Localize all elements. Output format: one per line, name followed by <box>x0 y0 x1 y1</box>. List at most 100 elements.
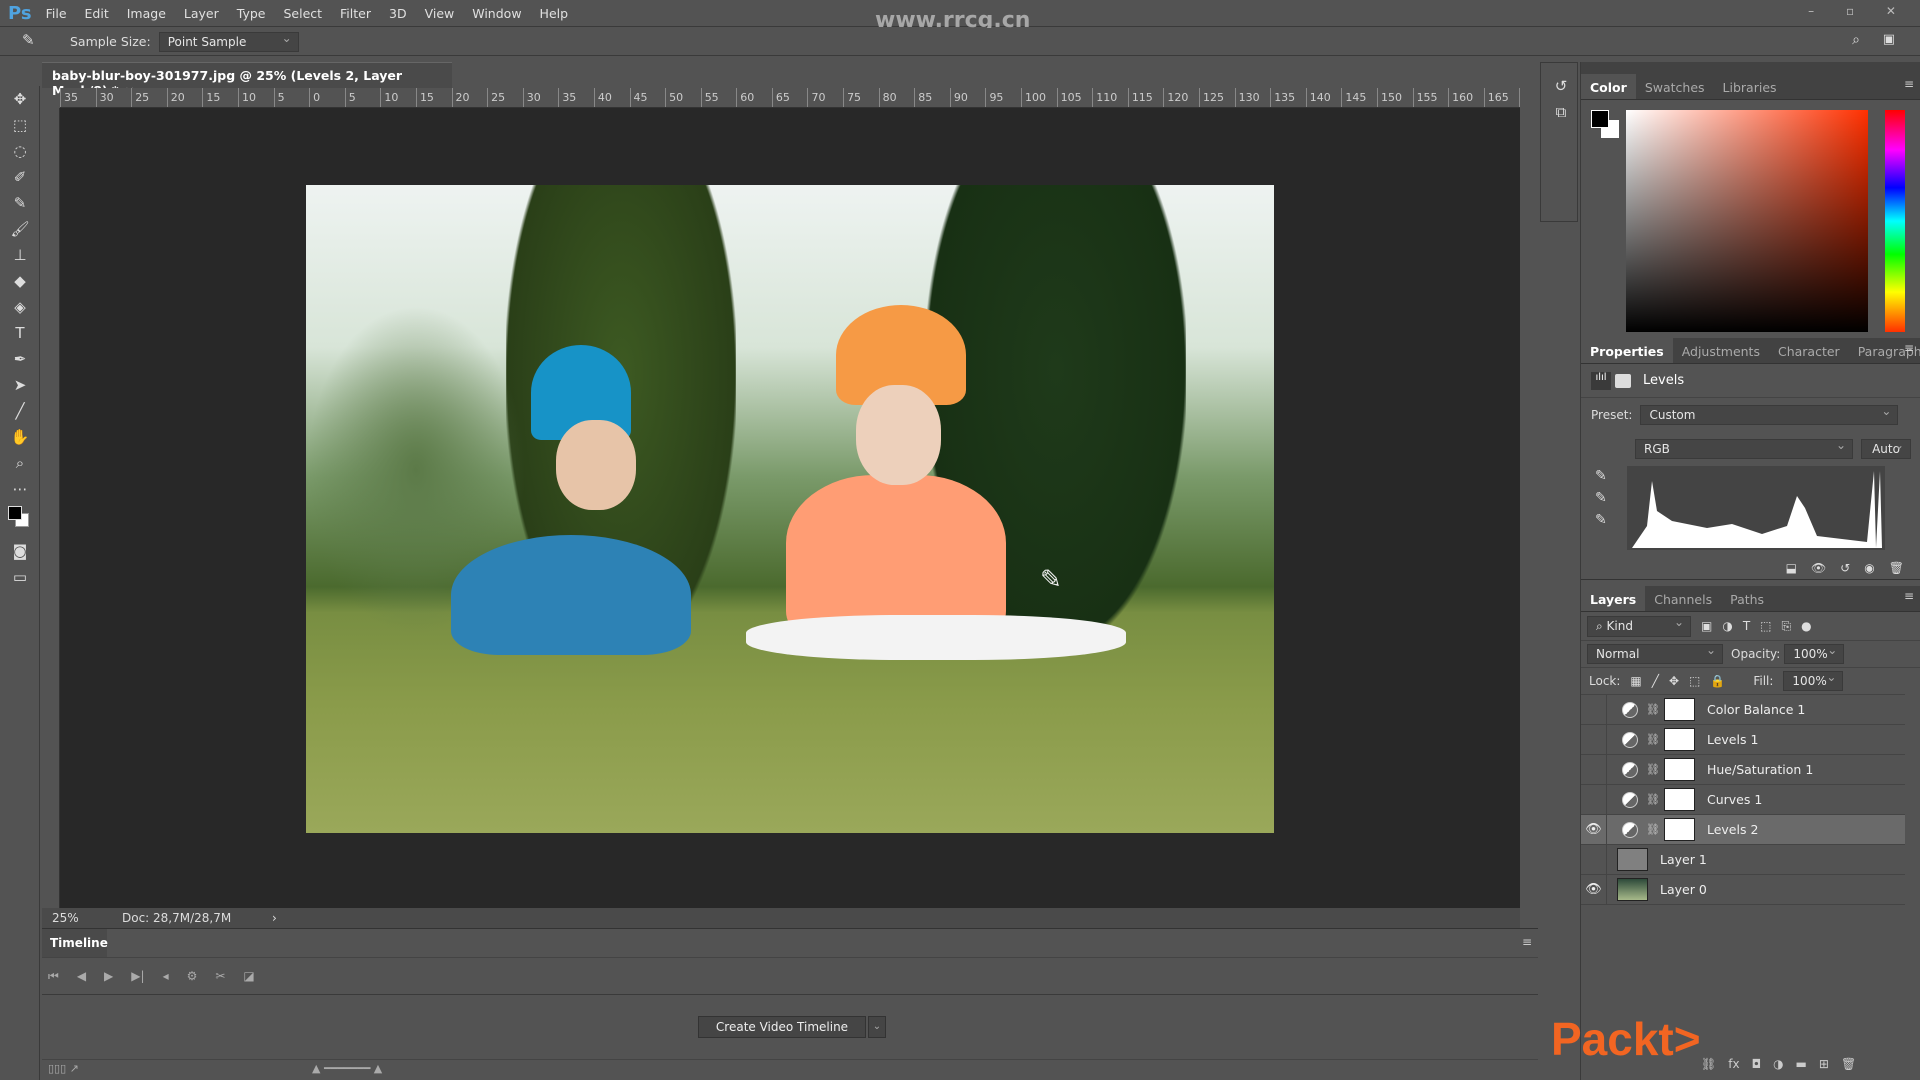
layer-row[interactable]: ⛓ Curves 1 <box>1581 784 1905 815</box>
status-menu-arrow[interactable]: › <box>272 911 277 925</box>
stamp-tool-icon[interactable]: ⊥ <box>0 242 40 268</box>
delete-layer-icon[interactable]: 🗑 <box>1841 1057 1856 1071</box>
opacity-input[interactable]: 100% <box>1784 643 1845 664</box>
layer-row[interactable]: ⛓ Levels 1 <box>1581 724 1905 755</box>
link-icon[interactable]: ⛓ <box>1646 733 1660 746</box>
zoom-tool-icon[interactable]: ⌕ <box>0 450 40 476</box>
filter-toggle-icon[interactable]: ● <box>1801 619 1811 633</box>
settings-icon[interactable]: ⚙ <box>187 969 198 983</box>
layer-mask-thumbnail[interactable] <box>1663 788 1695 811</box>
panel-menu-icon[interactable]: ≡ <box>1904 341 1914 355</box>
view-previous-icon[interactable]: 👁 <box>1811 561 1826 575</box>
path-select-tool-icon[interactable]: ➤ <box>0 372 40 398</box>
screen-mode-icon[interactable]: ▭ <box>0 564 40 590</box>
fx-icon[interactable]: fx <box>1728 1057 1739 1071</box>
layer-mask-thumbnail[interactable] <box>1663 728 1695 751</box>
gray-point-eyedropper-icon[interactable]: ✎ <box>1595 490 1607 506</box>
eyedropper-tool-icon[interactable]: ✎ <box>0 190 40 216</box>
foreground-color-swatch[interactable] <box>8 506 22 520</box>
filter-kind-select[interactable]: ⌕ Kind <box>1587 615 1691 637</box>
quick-mask-icon[interactable]: ◙ <box>0 538 40 564</box>
auto-button[interactable]: Auto <box>1861 438 1911 459</box>
lasso-tool-icon[interactable]: ◌ <box>0 138 40 164</box>
line-tool-icon[interactable]: ╱ <box>0 398 40 424</box>
prev-frame-icon[interactable]: ◀ <box>77 969 86 983</box>
layer-row[interactable]: 👁 Layer 0 <box>1581 874 1905 905</box>
visibility-toggle[interactable] <box>1581 694 1607 725</box>
menu-layer[interactable]: Layer <box>184 6 219 21</box>
create-video-timeline-button[interactable]: Create Video Timeline <box>698 1016 866 1038</box>
eraser-tool-icon[interactable]: ◆ <box>0 268 40 294</box>
tab-adjustments[interactable]: Adjustments <box>1673 338 1769 363</box>
transition-icon[interactable]: ◪ <box>243 969 254 983</box>
menu-file[interactable]: File <box>46 6 67 21</box>
layer-row[interactable]: ⛓ Color Balance 1 <box>1581 694 1905 725</box>
sample-size-select[interactable]: Point Sample <box>158 31 299 52</box>
pen-tool-icon[interactable]: ✒ <box>0 346 40 372</box>
paint-bucket-tool-icon[interactable]: ◈ <box>0 294 40 320</box>
new-adjustment-icon[interactable]: ◑ <box>1773 1057 1783 1071</box>
link-icon[interactable]: ⛓ <box>1646 703 1660 716</box>
menu-view[interactable]: View <box>425 6 455 21</box>
panel-menu-icon[interactable]: ≡ <box>1522 935 1532 949</box>
panel-menu-icon[interactable]: ≡ <box>1904 589 1914 603</box>
color-picker-field[interactable] <box>1626 110 1868 332</box>
toggle-visibility-icon[interactable]: ◉ <box>1864 561 1874 575</box>
filter-shape-icon[interactable]: ⬚ <box>1760 619 1771 633</box>
menu-3d[interactable]: 3D <box>389 6 407 21</box>
eye-icon[interactable]: 👁 <box>1581 814 1607 845</box>
lock-pixels-icon[interactable]: ╱ <box>1652 674 1659 688</box>
visibility-toggle[interactable] <box>1581 784 1607 815</box>
mask-icon[interactable] <box>1615 373 1631 388</box>
marquee-tool-icon[interactable]: ⬚ <box>0 112 40 138</box>
foreground-color[interactable] <box>1591 110 1609 128</box>
layer-mask-thumbnail[interactable] <box>1663 758 1695 781</box>
zoom-level[interactable]: 25% <box>52 911 112 925</box>
lock-transparent-icon[interactable]: ▦ <box>1630 674 1641 688</box>
preset-select[interactable]: Custom <box>1640 404 1899 425</box>
clip-to-layer-icon[interactable]: ⬓ <box>1786 561 1797 575</box>
channel-select[interactable]: RGB <box>1635 438 1853 459</box>
layer-mask-thumbnail[interactable] <box>1663 818 1695 841</box>
eyedropper-tool-icon[interactable]: ✎ <box>22 31 35 49</box>
timeline-tab[interactable]: Timeline <box>42 929 108 957</box>
filter-smart-object-icon[interactable]: ⎘ <box>1782 619 1792 634</box>
layer-row[interactable]: Layer 1 <box>1581 844 1905 875</box>
tab-color[interactable]: Color <box>1581 74 1636 99</box>
play-icon[interactable]: ▶ <box>104 969 113 983</box>
menu-type[interactable]: Type <box>237 6 266 21</box>
layer-row[interactable]: 👁 ⛓ Levels 2 <box>1581 814 1905 845</box>
hand-tool-icon[interactable]: ✋ <box>0 424 40 450</box>
white-point-eyedropper-icon[interactable]: ✎ <box>1595 512 1607 528</box>
lock-all-icon[interactable]: 🔒 <box>1710 674 1725 688</box>
link-layers-icon[interactable]: ⛓ <box>1701 1057 1716 1071</box>
tab-libraries[interactable]: Libraries <box>1714 74 1786 99</box>
visibility-toggle[interactable] <box>1581 844 1607 875</box>
menu-window[interactable]: Window <box>472 6 521 21</box>
tab-character[interactable]: Character <box>1769 338 1849 363</box>
workspace-icon[interactable]: ▣ <box>1883 32 1895 47</box>
frames-icon[interactable]: ▯▯▯ <box>48 1062 66 1075</box>
timeline-dropdown[interactable]: ⌄ <box>868 1016 886 1038</box>
black-point-eyedropper-icon[interactable]: ✎ <box>1595 468 1607 484</box>
menu-edit[interactable]: Edit <box>85 6 109 21</box>
document-tab[interactable]: baby-blur-boy-301977.jpg @ 25% (Levels 2… <box>42 62 452 98</box>
panel-collapse-bar[interactable] <box>1581 62 1920 74</box>
lock-position-icon[interactable]: ✥ <box>1669 674 1679 688</box>
render-icon[interactable]: ↗ <box>70 1062 79 1075</box>
link-icon[interactable]: ⛓ <box>1646 823 1660 836</box>
split-icon[interactable]: ✂ <box>215 969 225 983</box>
filter-type-icon[interactable]: T <box>1743 619 1750 633</box>
tab-properties[interactable]: Properties <box>1581 338 1673 363</box>
new-layer-icon[interactable]: ⊞ <box>1819 1057 1829 1071</box>
tab-swatches[interactable]: Swatches <box>1636 74 1714 99</box>
new-group-icon[interactable]: ▬ <box>1796 1057 1807 1071</box>
menu-help[interactable]: Help <box>540 6 569 21</box>
add-mask-icon[interactable]: ◘ <box>1752 1057 1762 1071</box>
type-tool-icon[interactable]: T <box>0 320 40 346</box>
panel-menu-icon[interactable]: ≡ <box>1904 77 1914 91</box>
history-icon[interactable]: ↺ <box>1541 73 1581 99</box>
layer-row[interactable]: ⛓ Hue/Saturation 1 <box>1581 754 1905 785</box>
window-controls[interactable]: – ▫ ✕ <box>1808 4 1910 18</box>
properties-icon[interactable]: ⧉ <box>1541 99 1581 125</box>
